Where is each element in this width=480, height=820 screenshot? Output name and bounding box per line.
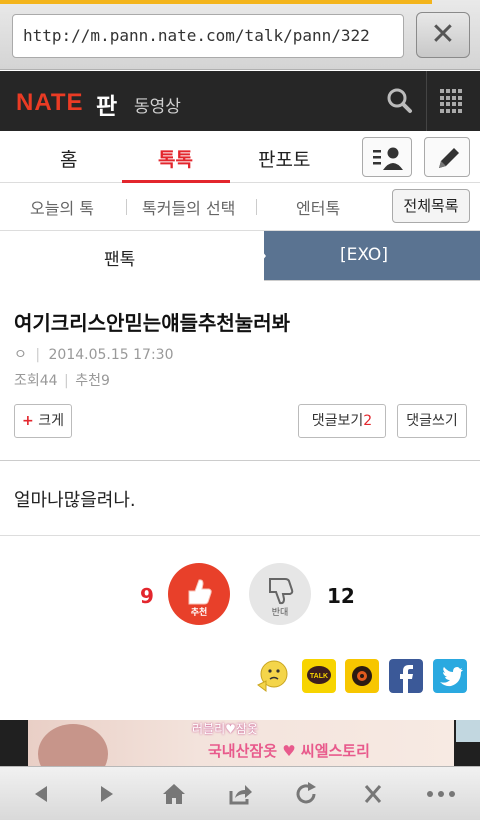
- header-divider: [426, 71, 427, 131]
- page-load-progress: [0, 0, 432, 4]
- post-author: ㅇ: [14, 347, 27, 363]
- comments-count: 2: [363, 413, 373, 429]
- browser-bottom-toolbar: [0, 766, 480, 820]
- browser-toolbar: http://m.pann.nate.com/talk/pann/322 ✕: [0, 0, 480, 70]
- pencil-icon: [439, 148, 459, 168]
- ad-tagline: 국내산잠옷 ♥ 씨엘스토리: [208, 742, 370, 760]
- share-row: TALK: [256, 659, 468, 693]
- ad-model-photo: [38, 724, 108, 766]
- breadcrumb: 팬톡 [EXO]: [0, 231, 480, 281]
- search-icon[interactable]: [378, 79, 422, 123]
- breadcrumb-parent-label[interactable]: 팬톡: [104, 245, 135, 270]
- oppose-button[interactable]: 반대: [249, 563, 311, 625]
- tab-toktok[interactable]: 톡톡: [158, 145, 193, 172]
- stop-icon[interactable]: [358, 781, 388, 807]
- svg-text:TALK: TALK: [310, 673, 328, 680]
- post-title: 여기크리스안믿는얘들추천눌러봐: [14, 311, 290, 335]
- kakaotalk-icon[interactable]: TALK: [302, 659, 336, 693]
- back-icon[interactable]: [26, 781, 56, 807]
- post-body: 얼마나많을려나.: [14, 490, 136, 511]
- facebook-icon[interactable]: [389, 659, 423, 693]
- sub-tab-separator: [126, 199, 127, 215]
- recommend-count: 9: [140, 584, 154, 608]
- ad-headline: 러블리♥잠옷: [192, 722, 258, 736]
- twitter-icon[interactable]: [433, 659, 467, 693]
- view-comments-label: 댓글보기: [311, 413, 364, 429]
- emoticon-icon[interactable]: [256, 659, 290, 693]
- enlarge-text-button[interactable]: + 크게: [14, 404, 72, 438]
- share-icon[interactable]: [225, 781, 255, 807]
- write-post-button[interactable]: [424, 137, 470, 177]
- site-header: NATE 판 동영상: [0, 71, 480, 131]
- oppose-count: 12: [327, 584, 355, 608]
- post-views: 조회44: [14, 373, 58, 389]
- refresh-icon[interactable]: [292, 781, 322, 807]
- post-stats: 조회44 | 추천9: [14, 373, 110, 389]
- main-tabs: 홈 톡톡 판포토: [0, 131, 480, 183]
- sub-tab-talkers-choice[interactable]: 톡커들의 선택: [142, 195, 235, 219]
- sub-tab-separator: [256, 199, 257, 215]
- close-icon[interactable]: ✕: [416, 12, 470, 58]
- sub-tab-today[interactable]: 오늘의 톡: [30, 195, 94, 219]
- profile-list-icon: [373, 147, 403, 170]
- tab-home[interactable]: 홈: [60, 145, 77, 172]
- post-recommends: 추천9: [75, 373, 110, 389]
- video-link[interactable]: 동영상: [134, 92, 181, 117]
- more-options-icon[interactable]: [424, 781, 458, 807]
- view-comments-button[interactable]: 댓글보기2: [298, 404, 386, 438]
- recommend-label: 추천: [190, 608, 208, 618]
- sub-tabs: 오늘의 톡 톡커들의 선택 엔터톡 전체목록: [0, 183, 480, 231]
- oppose-label: 반대: [271, 608, 289, 618]
- tab-panphoto[interactable]: 판포토: [258, 145, 310, 172]
- enlarge-label: 크게: [38, 413, 64, 429]
- my-profile-button[interactable]: [362, 137, 412, 177]
- url-field[interactable]: http://m.pann.nate.com/talk/pann/322: [12, 14, 404, 58]
- plus-icon: +: [22, 413, 34, 429]
- divider: [0, 460, 480, 461]
- apps-grid-icon[interactable]: [440, 89, 464, 113]
- write-comment-button[interactable]: 댓글쓰기: [397, 404, 467, 438]
- ad-corner-mark: [456, 720, 480, 742]
- home-icon[interactable]: [159, 781, 189, 807]
- breadcrumb-current-label[interactable]: [EXO]: [340, 245, 388, 265]
- nate-logo[interactable]: NATE: [16, 89, 84, 117]
- divider: [0, 535, 480, 536]
- post-meta: ㅇ | 2014.05.15 17:30: [14, 347, 174, 363]
- forward-icon[interactable]: [92, 781, 122, 807]
- ad-banner[interactable]: 러블리♥잠옷 국내산잠옷 ♥ 씨엘스토리: [0, 720, 480, 766]
- ad-image[interactable]: 러블리♥잠옷 국내산잠옷 ♥ 씨엘스토리: [28, 720, 480, 766]
- kakaostory-icon[interactable]: [345, 659, 379, 693]
- all-list-button[interactable]: 전체목록: [392, 189, 470, 223]
- sub-tab-entertalk[interactable]: 엔터톡: [296, 195, 340, 219]
- pann-logo[interactable]: 판: [96, 87, 117, 121]
- breadcrumb-arrow: [246, 231, 266, 281]
- post-date: 2014.05.15 17:30: [48, 347, 174, 363]
- recommend-button[interactable]: 추천: [168, 563, 230, 625]
